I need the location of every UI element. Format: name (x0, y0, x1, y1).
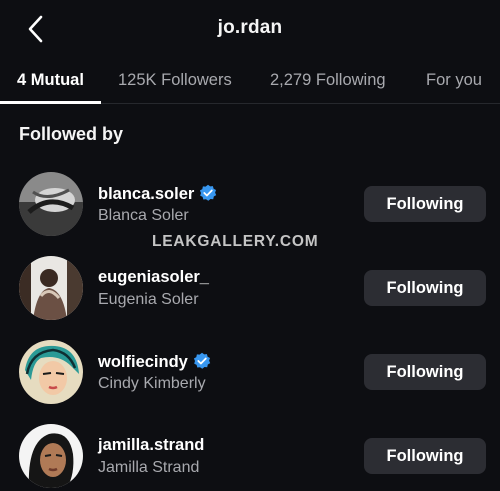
tab-following[interactable]: 2,279 Following (270, 71, 386, 90)
tab-for-you[interactable]: For you (426, 71, 482, 90)
watermark: LEAKGALLERY.COM (152, 233, 319, 250)
following-button[interactable]: Following (364, 270, 486, 306)
full-name: Cindy Kimberly (98, 375, 206, 392)
active-tab-indicator (0, 101, 101, 104)
tab-mutual[interactable]: 4 Mutual (17, 71, 84, 90)
avatar[interactable] (19, 340, 83, 404)
page-title: jo.rdan (217, 17, 283, 38)
username[interactable]: blanca.soler (98, 184, 217, 204)
section-title: Followed by (19, 124, 124, 144)
username[interactable]: eugeniasoler_ (98, 268, 209, 287)
username[interactable]: jamilla.strand (98, 436, 204, 455)
tab-followers[interactable]: 125K Followers (118, 71, 232, 90)
avatar[interactable] (19, 256, 83, 320)
following-button[interactable]: Following (364, 186, 486, 222)
verified-badge-icon (200, 184, 217, 201)
full-name: Eugenia Soler (98, 291, 199, 308)
list-item[interactable]: eugeniasoler_ Eugenia Soler Following (0, 248, 500, 332)
avatar[interactable] (19, 172, 83, 236)
username[interactable]: wolfiecindy (98, 352, 211, 372)
verified-badge-icon (193, 352, 211, 369)
full-name: Blanca Soler (98, 207, 189, 224)
list-item[interactable]: wolfiecindy Cindy Kimberly Following (0, 332, 500, 416)
username-text: eugeniasoler_ (98, 268, 209, 286)
list-item[interactable]: jamilla.strand Jamilla Strand Following (0, 416, 500, 491)
avatar[interactable] (19, 424, 83, 488)
following-button[interactable]: Following (364, 354, 486, 390)
username-text: blanca.soler (98, 185, 195, 203)
header: jo.rdan (0, 0, 500, 56)
username-text: jamilla.strand (98, 436, 205, 454)
full-name: Jamilla Strand (98, 459, 200, 476)
tab-bar: 4 Mutual 125K Followers 2,279 Following … (0, 56, 500, 104)
following-button[interactable]: Following (364, 438, 486, 474)
username-text: wolfiecindy (98, 353, 188, 371)
